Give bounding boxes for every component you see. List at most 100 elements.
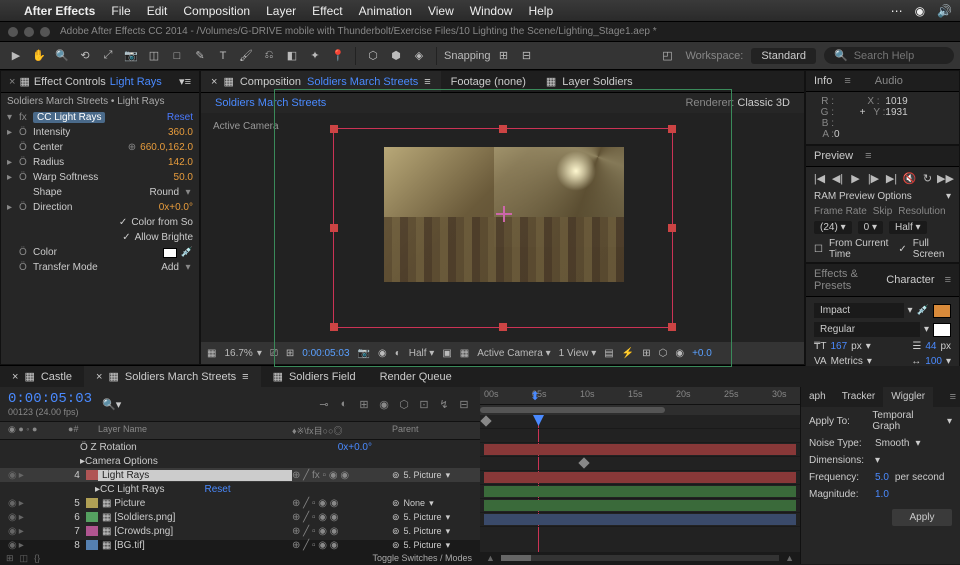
keyframe[interactable] — [578, 457, 589, 468]
prop-radius[interactable]: ▸ÖRadius142.0 — [1, 155, 199, 170]
graph-tab[interactable]: aph — [801, 387, 834, 407]
effect-name[interactable]: CC Light Rays — [33, 112, 105, 123]
handle-top[interactable] — [499, 125, 507, 133]
minimize-window-icon[interactable] — [24, 27, 34, 37]
timeline-tab-soldiers-field[interactable]: ▦Soldiers Field — [261, 366, 368, 387]
search-input[interactable] — [854, 50, 944, 62]
layer-bar-5[interactable] — [484, 472, 796, 483]
prop-shape[interactable]: ShapeRound▾ — [1, 185, 199, 200]
brush-tool-icon[interactable]: 🖌 — [236, 46, 256, 66]
tl-toggle-3[interactable]: {} — [34, 553, 40, 563]
prop-allowbright[interactable]: ✓Allow Brighte — [1, 230, 199, 245]
work-area-bar[interactable] — [480, 405, 800, 415]
pen-tool-icon[interactable]: ✎ — [190, 46, 210, 66]
apply-button[interactable]: Apply — [892, 509, 952, 526]
close-window-icon[interactable] — [8, 27, 18, 37]
menu-extras-icon[interactable]: ⋯ — [891, 4, 903, 18]
camera-tool-icon[interactable]: 📷 — [121, 46, 141, 66]
fill-swatch[interactable] — [933, 304, 951, 318]
search-layers-icon[interactable]: 🔍▾ — [102, 398, 121, 411]
snapping-label[interactable]: Snapping — [444, 50, 491, 62]
layer-bar-7[interactable] — [484, 500, 796, 511]
eraser-tool-icon[interactable]: ◧ — [282, 46, 302, 66]
orbit-tool-icon[interactable]: ⟲ — [75, 46, 95, 66]
volume-icon[interactable]: 🔊 — [937, 4, 952, 18]
text-tool-icon[interactable]: T — [213, 46, 233, 66]
menu-effect[interactable]: Effect — [312, 4, 342, 18]
frequency-input[interactable]: 5.0 — [875, 472, 889, 483]
roto-tool-icon[interactable]: ✦ — [305, 46, 325, 66]
time-ruler[interactable]: 00s 05s 10s 15s 20s 25s 30s ⬍ — [480, 387, 800, 405]
timeline-tab-castle[interactable]: ×▦Castle — [0, 366, 84, 387]
layer-5-picture[interactable]: ◉ ▸5▦ Picture⊕ ╱ ▫ ◉ ◉⊚ None ▾ — [0, 496, 480, 510]
prop-transfer[interactable]: ÖTransfer ModeAdd▾ — [1, 260, 199, 275]
applyto-dropdown[interactable]: Temporal Graph — [872, 410, 941, 432]
menu-window[interactable]: Window — [470, 4, 513, 18]
skip-dropdown[interactable]: 0 ▾ — [858, 221, 883, 234]
prop-colorfrom[interactable]: ✓Color from So — [1, 215, 199, 230]
layer-8-bg[interactable]: ◉ ▸8▦ [BG.tif]⊕ ╱ ▫ ◉ ◉⊚ 5. Picture ▾ — [0, 538, 480, 552]
renderer-dropdown[interactable]: Classic 3D — [737, 97, 790, 109]
sync-icon[interactable]: ◉ — [915, 4, 925, 18]
layer-bar-4[interactable] — [484, 444, 796, 455]
axis-view-icon[interactable]: ◈ — [409, 46, 429, 66]
preview-tab[interactable]: Preview — [814, 150, 853, 162]
search-help[interactable]: 🔍 — [824, 47, 954, 64]
timeline-tracks-area[interactable]: 00s 05s 10s 15s 20s 25s 30s ⬍ — [480, 387, 800, 564]
anchor-tool-icon[interactable]: ◫ — [144, 46, 164, 66]
tl-toggle-2[interactable]: ◫ — [20, 553, 29, 564]
layer-6-soldiers[interactable]: ◉ ▸6▦ [Soldiers.png]⊕ ╱ ▫ ◉ ◉⊚ 5. Pictur… — [0, 510, 480, 524]
tl-icon-2[interactable]: ◐ — [336, 396, 352, 412]
handle-left[interactable] — [330, 224, 338, 232]
menu-view[interactable]: View — [428, 4, 454, 18]
layer-4-light-rays[interactable]: ◉ ▸4Light Rays⊕ ╱ fx ▫ ◉ ◉⊚ 5. Picture ▾ — [0, 468, 480, 482]
timeline-zoom-slider[interactable] — [501, 555, 779, 561]
menu-composition[interactable]: Composition — [183, 4, 250, 18]
effect-cc-light-rays-row[interactable]: ▸ CC Light RaysReset — [0, 482, 480, 496]
prop-center[interactable]: ÖCenter⊕660.0,162.0 — [1, 140, 199, 155]
zoom-tool-icon[interactable]: 🔍 — [52, 46, 72, 66]
layer-7-crowds[interactable]: ◉ ▸7▦ [Crowds.png]⊕ ╱ ▫ ◉ ◉⊚ 5. Picture … — [0, 524, 480, 538]
snap-icon[interactable]: ⊞ — [494, 46, 514, 66]
reset-link[interactable]: Reset — [167, 112, 193, 123]
handle-right[interactable] — [668, 224, 676, 232]
first-frame-icon[interactable]: |◀ — [813, 171, 827, 185]
zoom-window-icon[interactable] — [40, 27, 50, 37]
zoom-dropdown[interactable]: 16.7%▾ — [224, 348, 261, 359]
selection-tool-icon[interactable]: ▶ — [6, 46, 26, 66]
font-size-input[interactable]: 167 — [830, 341, 847, 352]
layer-bar-8[interactable] — [484, 514, 796, 525]
keyframe[interactable] — [480, 415, 491, 426]
from-current-check[interactable]: ☐ — [814, 244, 823, 255]
prop-direction[interactable]: ▸ÖDirection0x+0.0° — [1, 200, 199, 215]
timeline-tab-soldiers-march[interactable]: ×▦Soldiers March Streets≡ — [84, 366, 261, 387]
next-frame-icon[interactable]: |▶ — [867, 171, 881, 185]
menu-edit[interactable]: Edit — [147, 4, 168, 18]
tl-icon-4[interactable]: ◉ — [376, 396, 392, 412]
info-tab[interactable]: Info — [814, 75, 832, 87]
noise-dropdown[interactable]: Smooth — [875, 438, 909, 449]
font-style-dropdown[interactable]: Regular — [814, 322, 920, 337]
wiggler-tab[interactable]: Wiggler — [883, 387, 933, 407]
menu-layer[interactable]: Layer — [266, 4, 296, 18]
color-swatch[interactable] — [163, 248, 177, 258]
toggle-switches-modes[interactable]: Toggle Switches / Modes — [370, 551, 474, 565]
eyedropper-icon[interactable]: 💉 — [917, 305, 929, 316]
anchor-point-icon[interactable] — [496, 206, 512, 222]
sync-settings-icon[interactable]: ◰ — [657, 46, 677, 66]
workspace-dropdown[interactable]: Standard — [751, 48, 816, 64]
tl-toggle-1[interactable]: ⊞ — [6, 553, 14, 564]
layer-bar-6[interactable] — [484, 486, 796, 497]
hand-tool-icon[interactable]: ✋ — [29, 46, 49, 66]
panel-menu-icon[interactable]: ▾≡ — [179, 75, 191, 88]
shape-tool-icon[interactable]: □ — [167, 46, 187, 66]
handle-tl[interactable] — [330, 125, 338, 133]
mute-icon[interactable]: 🔇 — [903, 171, 917, 185]
prev-frame-icon[interactable]: ◀| — [831, 171, 845, 185]
preview-res-dropdown[interactable]: Half ▾ — [889, 221, 927, 234]
menu-help[interactable]: Help — [528, 4, 553, 18]
menu-file[interactable]: File — [111, 4, 130, 18]
last-frame-icon[interactable]: ▶| — [885, 171, 899, 185]
prop-warp[interactable]: ▸ÖWarp Softness50.0 — [1, 170, 199, 185]
handle-bl[interactable] — [330, 323, 338, 331]
